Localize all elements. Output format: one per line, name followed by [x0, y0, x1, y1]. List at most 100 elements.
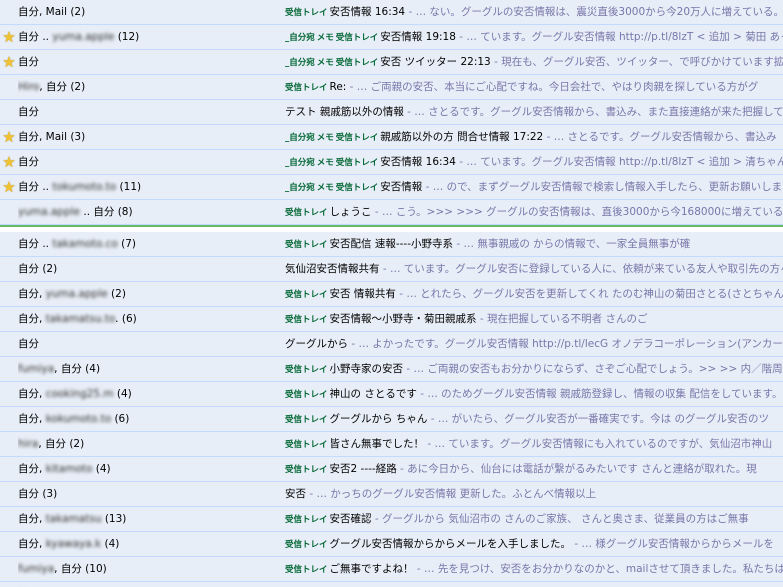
star-slot[interactable]: ★ — [0, 125, 18, 149]
thread-row[interactable]: ★ 自分, Mail (3) _自分宛 メモ 受信トレイ 親戚筋以外の方 問合せ情報 17… — [0, 125, 783, 150]
star-slot[interactable] — [0, 0, 18, 24]
thread-content[interactable]: 受信トレイ 安否2 ----経路 - あに今日から、仙台には電話が繋がるみたいです… — [285, 457, 783, 481]
star-slot[interactable] — [0, 357, 18, 381]
thread-content[interactable]: _自分宛 メモ 受信トレイ 安否情報 19:18 - … ています。グーグル安否情報 … — [285, 25, 783, 49]
star-slot[interactable] — [0, 100, 18, 124]
star-slot[interactable]: ★ — [0, 25, 18, 49]
star-slot[interactable] — [0, 307, 18, 331]
thread-row[interactable]: 自分 (2) 気仙沼安否情報共有 - … ています。グーグル安否に登録している人に… — [0, 257, 783, 282]
thread-content[interactable]: 受信トレイ グーグルから ちゃん - … がいたら、グーグル安否が一番確実です。今… — [285, 407, 783, 431]
label-tag[interactable]: 受信トレイ — [285, 8, 328, 18]
label-tag[interactable]: 受信トレイ — [285, 440, 328, 450]
thread-row[interactable]: 自分, takamatsu (13) 受信トレイ 安否確認 - グーグルから 気仙沼… — [0, 507, 783, 532]
thread-content[interactable]: 受信トレイ グーグル安否情報からからメールを入手しました。 - … 様グーグル安否… — [285, 532, 783, 556]
star-slot[interactable] — [0, 282, 18, 306]
thread-row[interactable]: ★ 自分 .. yuma.apple (12) _自分宛 メモ 受信トレイ 安否情報 19… — [0, 25, 783, 50]
thread-content[interactable]: 受信トレイ 安否情報 16:34 - … ない。グーグルの安否情報は、震災直後30… — [285, 0, 783, 24]
star-slot[interactable] — [0, 200, 18, 224]
star-slot[interactable] — [0, 457, 18, 481]
label-tag[interactable]: 受信トレイ — [285, 290, 328, 300]
star-slot[interactable]: ★ — [0, 175, 18, 199]
star-slot[interactable] — [0, 407, 18, 431]
thread-row[interactable]: 自分 .. takamoto.co (7) 受信トレイ 安否配信 速報----小野寺… — [0, 232, 783, 257]
thread-row[interactable]: 自分 グーグルから - … よかったです。グーグル安否情報 http://p.tl… — [0, 332, 783, 357]
label-tag[interactable]: 受信トレイ — [285, 515, 328, 525]
thread-row[interactable]: 自分, Mail (2) 受信トレイ 安否情報 16:34 - … ない。グーグルの… — [0, 0, 783, 25]
thread-content[interactable]: 受信トレイ情報を！ - … 取れません。安否情報をお願い致します。 — [285, 582, 783, 587]
thread-row[interactable]: Hiro, 自分 (2) 受信トレイ Re: - … ご両親の安否、本当にご心配です… — [0, 75, 783, 100]
label-tag[interactable]: 受信トレイ — [285, 208, 328, 218]
star-slot[interactable] — [0, 432, 18, 456]
thread-row[interactable]: ★ 自分 _自分宛 メモ 受信トレイ 安否情報 16:34 - … ています。グーグル安否… — [0, 150, 783, 175]
label-tag[interactable]: 受信トレイ — [285, 540, 328, 550]
thread-content[interactable]: 受信トレイ 安否配信 速報----小野寺系 - … 無事親戚の からの情報で、一家… — [285, 232, 783, 256]
thread-content[interactable]: 受信トレイ 安否確認 - グーグルから 気仙沼市の さんのご家族、 さんと奥さま、… — [285, 507, 783, 531]
thread-row[interactable]: 自分, kokumoto.to (6) 受信トレイ グーグルから ちゃん - … が… — [0, 407, 783, 432]
label-tag[interactable]: 受信トレイ — [336, 58, 379, 68]
thread-content[interactable]: 受信トレイ Re: - … ご両親の安否、本当にご心配ですね。今日会社で、やはり肉… — [285, 75, 783, 99]
label-tag[interactable]: 受信トレイ — [285, 365, 328, 375]
star-icon[interactable]: ★ — [2, 178, 15, 196]
thread-content[interactable]: 受信トレイ 皆さん無事でした！ - … ています。グーグル安否情報にも入れているの… — [285, 432, 783, 456]
thread-content[interactable]: _自分宛 メモ 受信トレイ 安否情報 - … ので、まずグーグル安否情報で検索し情報入… — [285, 175, 783, 199]
thread-row[interactable]: fumiya, 自分 (10) 受信トレイ ご無事ですよね！ - … 先を見つけ、安… — [0, 557, 783, 582]
thread-row[interactable]: ★ 自分 .. tokumoto.to (11) _自分宛 メモ 受信トレイ 安否情報 -… — [0, 175, 783, 200]
thread-row[interactable]: 自分, cooking25.m (4) 受信トレイ 神山の さとるです - … のた… — [0, 382, 783, 407]
star-slot[interactable]: ★ — [0, 150, 18, 174]
thread-content[interactable]: 受信トレイ 安否情報～小野寺・菊田親戚系 - 現在把握している不明者 さんのご — [285, 307, 783, 331]
thread-row[interactable]: hiro 自分 (3) 受信トレイ情報を！ - … 取れません。安否情報をお願い致… — [0, 582, 783, 587]
thread-content[interactable]: グーグルから - … よかったです。グーグル安否情報 http://p.tl/l… — [285, 332, 783, 356]
thread-content[interactable]: 受信トレイ しょうこ - … こう。>>> >>> グーグルの安否情報は、直後30… — [285, 200, 783, 224]
thread-row[interactable]: ★ 自分 _自分宛 メモ 受信トレイ 安否 ツイッター 22:13 - 現在も、グーグル安… — [0, 50, 783, 75]
label-tag[interactable]: 受信トレイ — [336, 33, 379, 43]
label-tag[interactable]: _自分宛 — [285, 133, 315, 143]
label-tag[interactable]: メモ — [317, 133, 334, 143]
label-tag[interactable]: メモ — [317, 183, 334, 193]
star-slot[interactable]: ★ — [0, 50, 18, 74]
label-tag[interactable]: 受信トレイ — [285, 390, 328, 400]
star-icon[interactable]: ★ — [2, 28, 15, 46]
thread-row[interactable]: 自分, takamatsu.to. (6) 受信トレイ 安否情報～小野寺・菊田親戚系… — [0, 307, 783, 332]
thread-row[interactable]: yuma.apple .. 自分 (8) 受信トレイ しょうこ - … こう。>>>… — [0, 200, 783, 225]
label-tag[interactable]: 受信トレイ — [336, 183, 379, 193]
label-tag[interactable]: _自分宛 — [285, 158, 315, 168]
thread-row[interactable]: 自分 テスト 親戚筋以外の情報 - … さとるです。グーグル安否情報から、書込み、… — [0, 100, 783, 125]
label-tag[interactable]: 受信トレイ — [336, 158, 379, 168]
star-slot[interactable] — [0, 257, 18, 281]
label-tag[interactable]: メモ — [317, 58, 334, 68]
star-slot[interactable] — [0, 507, 18, 531]
label-tag[interactable]: メモ — [317, 33, 334, 43]
thread-content[interactable]: _自分宛 メモ 受信トレイ 安否情報 16:34 - … ています。グーグル安否情報 … — [285, 150, 783, 174]
thread-content[interactable]: _自分宛 メモ 受信トレイ 親戚筋以外の方 問合せ情報 17:22 - … さとるです… — [285, 125, 783, 149]
label-tag[interactable]: メモ — [317, 158, 334, 168]
thread-content[interactable]: 安否 - … かっちのグーグル安否情報 更新した。ふとんべ情報以上 — [285, 482, 783, 506]
label-tag[interactable]: 受信トレイ — [285, 240, 328, 250]
thread-content[interactable]: 受信トレイ 小野寺家の安否 - … ご両親の安否もお分かりにならず、さぞご心配でし… — [285, 357, 783, 381]
thread-row[interactable]: 自分, kitamoto (4) 受信トレイ 安否2 ----経路 - あに今日から… — [0, 457, 783, 482]
thread-content[interactable]: テスト 親戚筋以外の情報 - … さとるです。グーグル安否情報から、書込み、また… — [285, 100, 783, 124]
label-tag[interactable]: 受信トレイ — [285, 415, 328, 425]
label-tag[interactable]: 受信トレイ — [285, 565, 328, 575]
star-icon[interactable]: ★ — [2, 53, 15, 71]
label-tag[interactable]: 受信トレイ — [336, 133, 379, 143]
star-slot[interactable] — [0, 582, 18, 587]
label-tag[interactable]: 受信トレイ — [285, 465, 328, 475]
star-slot[interactable] — [0, 532, 18, 556]
star-slot[interactable] — [0, 232, 18, 256]
label-tag[interactable]: _自分宛 — [285, 33, 315, 43]
star-slot[interactable] — [0, 482, 18, 506]
thread-content[interactable]: 気仙沼安否情報共有 - … ています。グーグル安否に登録している人に、依頼が来て… — [285, 257, 783, 281]
star-icon[interactable]: ★ — [2, 153, 15, 171]
label-tag[interactable]: _自分宛 — [285, 183, 315, 193]
label-tag[interactable]: 受信トレイ — [285, 83, 328, 93]
thread-content[interactable]: 受信トレイ 安否 情報共有 - … とれたら、グーグル安否を更新してくれ たのむ神… — [285, 282, 783, 306]
star-slot[interactable] — [0, 75, 18, 99]
star-icon[interactable]: ★ — [2, 128, 15, 146]
label-tag[interactable]: _自分宛 — [285, 58, 315, 68]
thread-row[interactable]: 自分, kyawaya.k (4) 受信トレイ グーグル安否情報からからメールを入手… — [0, 532, 783, 557]
thread-content[interactable]: 受信トレイ ご無事ですよね！ - … 先を見つけ、安否をお分かりなのかと、mail… — [285, 557, 783, 581]
label-tag[interactable]: 受信トレイ — [285, 315, 328, 325]
thread-row[interactable]: 自分 (3) 安否 - … かっちのグーグル安否情報 更新した。ふとんべ情報以上 — [0, 482, 783, 507]
thread-row[interactable]: 自分, yuma.apple (2) 受信トレイ 安否 情報共有 - … とれたら、… — [0, 282, 783, 307]
thread-row[interactable]: fumiya, 自分 (4) 受信トレイ 小野寺家の安否 - … ご両親の安否もお分… — [0, 357, 783, 382]
